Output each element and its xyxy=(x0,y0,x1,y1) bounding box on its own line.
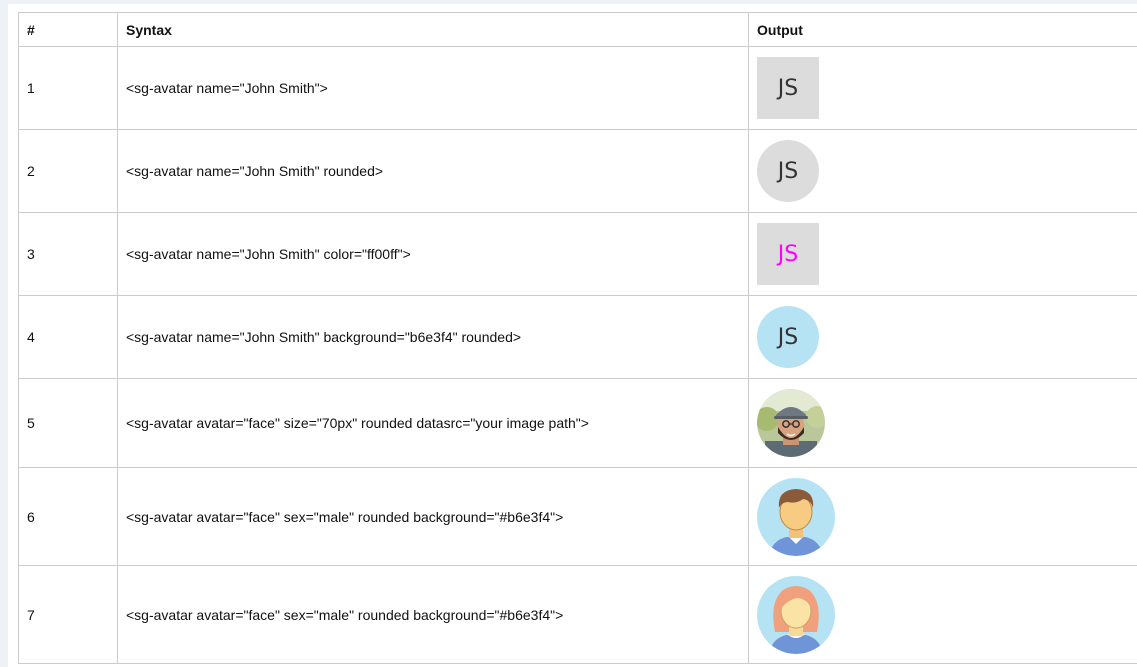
avatar-initials-text: JS xyxy=(777,158,799,184)
row-number: 6 xyxy=(18,467,118,566)
row-number: 7 xyxy=(18,565,118,664)
table-row: 3 <sg-avatar name="John Smith" color="ff… xyxy=(18,212,1137,296)
row-output: JS xyxy=(748,129,1137,213)
row-output xyxy=(748,467,1137,566)
table-row: 2 <sg-avatar name="John Smith" rounded> … xyxy=(18,129,1137,213)
row-number: 1 xyxy=(18,46,118,130)
header-output: Output xyxy=(748,12,1137,47)
row-syntax: <sg-avatar avatar="face" sex="male" roun… xyxy=(117,467,749,566)
avatar-initials-text: JS xyxy=(777,241,799,267)
row-syntax: <sg-avatar name="John Smith" background=… xyxy=(117,295,749,379)
table-row: 4 <sg-avatar name="John Smith" backgroun… xyxy=(18,295,1137,379)
row-output: JS xyxy=(748,46,1137,130)
avatar-syntax-table: # Syntax Output 1 <sg-avatar name="John … xyxy=(18,12,1137,664)
table-row: 1 <sg-avatar name="John Smith"> JS xyxy=(18,46,1137,130)
table-row: 5 <sg-avatar avatar="face" size="70px" r… xyxy=(18,378,1137,468)
initials-avatar-rounded: JS xyxy=(757,140,819,202)
row-syntax: <sg-avatar name="John Smith" color="ff00… xyxy=(117,212,749,296)
table-row: 6 <sg-avatar avatar="face" sex="male" ro… xyxy=(18,467,1137,566)
row-output: JS xyxy=(748,295,1137,379)
avatar-initials-text: JS xyxy=(777,75,799,101)
table-row: 7 <sg-avatar avatar="face" sex="male" ro… xyxy=(18,565,1137,664)
header-num: # xyxy=(18,12,118,47)
row-number: 4 xyxy=(18,295,118,379)
header-syntax: Syntax xyxy=(117,12,749,47)
table-header-row: # Syntax Output xyxy=(18,12,1137,47)
female-face-icon xyxy=(757,575,835,654)
row-syntax: <sg-avatar avatar="face" sex="male" roun… xyxy=(117,565,749,664)
row-syntax: <sg-avatar name="John Smith" rounded> xyxy=(117,129,749,213)
row-output xyxy=(748,565,1137,664)
row-output xyxy=(748,378,1137,468)
content-panel: # Syntax Output 1 <sg-avatar name="John … xyxy=(8,4,1137,667)
avatar-initials-text: JS xyxy=(777,324,799,350)
row-number: 5 xyxy=(18,378,118,468)
row-number: 2 xyxy=(18,129,118,213)
row-syntax: <sg-avatar avatar="face" size="70px" rou… xyxy=(117,378,749,468)
male-face-icon xyxy=(757,477,835,556)
initials-avatar-background: JS xyxy=(757,306,819,368)
initials-avatar-colored: JS xyxy=(757,223,819,285)
user-photo-icon xyxy=(757,389,825,457)
initials-avatar: JS xyxy=(757,57,819,119)
row-output: JS xyxy=(748,212,1137,296)
row-number: 3 xyxy=(18,212,118,296)
row-syntax: <sg-avatar name="John Smith"> xyxy=(117,46,749,130)
